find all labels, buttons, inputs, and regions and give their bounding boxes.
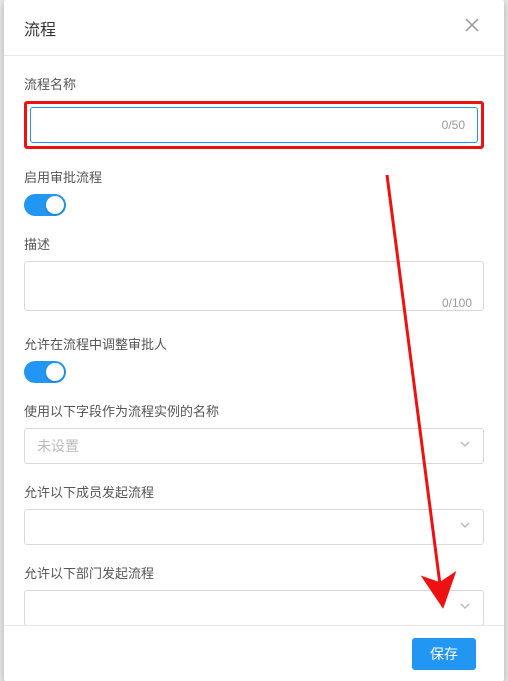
label-allow-members: 允许以下成员发起流程 — [24, 482, 484, 501]
save-button[interactable]: 保存 — [412, 638, 476, 670]
close-button[interactable] — [460, 16, 484, 40]
enable-approval-toggle[interactable] — [24, 194, 66, 216]
modal-title: 流程 — [24, 16, 56, 40]
chevron-down-icon — [459, 518, 471, 536]
description-textarea[interactable] — [24, 261, 484, 311]
allow-adjust-toggle[interactable] — [24, 361, 66, 383]
modal-dialog: 流程 流程名称 0/50 启用审批流程 描述 0/100 — [4, 0, 504, 681]
label-description: 描述 — [24, 234, 484, 253]
field-allow-members: 允许以下成员发起流程 — [24, 482, 484, 545]
label-enable-approval: 启用审批流程 — [24, 167, 484, 186]
name-char-counter: 0/50 — [442, 118, 465, 132]
field-enable-approval: 启用审批流程 — [24, 167, 484, 216]
allow-members-select[interactable] — [24, 509, 484, 545]
chevron-down-icon — [459, 599, 471, 617]
field-process-name: 流程名称 0/50 — [24, 74, 484, 149]
instance-name-select[interactable]: 未设置 — [24, 428, 484, 464]
field-instance-name: 使用以下字段作为流程实例的名称 未设置 — [24, 401, 484, 464]
field-description: 描述 0/100 — [24, 234, 484, 316]
label-process-name: 流程名称 — [24, 74, 484, 93]
instance-name-placeholder: 未设置 — [37, 436, 79, 456]
highlight-box: 0/50 — [24, 101, 484, 149]
label-allow-adjust: 允许在流程中调整审批人 — [24, 334, 484, 353]
label-instance-name: 使用以下字段作为流程实例的名称 — [24, 401, 484, 420]
field-allow-adjust: 允许在流程中调整审批人 — [24, 334, 484, 383]
modal-header: 流程 — [4, 0, 504, 56]
field-allow-depts: 允许以下部门发起流程 — [24, 563, 484, 625]
label-allow-depts: 允许以下部门发起流程 — [24, 563, 484, 582]
description-char-counter: 0/100 — [442, 296, 472, 310]
modal-footer: 保存 — [4, 625, 504, 681]
process-name-input[interactable] — [30, 107, 478, 143]
modal-body: 流程名称 0/50 启用审批流程 描述 0/100 允许在流程中调整审批人 使用… — [4, 56, 504, 625]
allow-depts-select[interactable] — [24, 590, 484, 625]
chevron-down-icon — [459, 437, 471, 455]
close-icon — [465, 18, 479, 37]
